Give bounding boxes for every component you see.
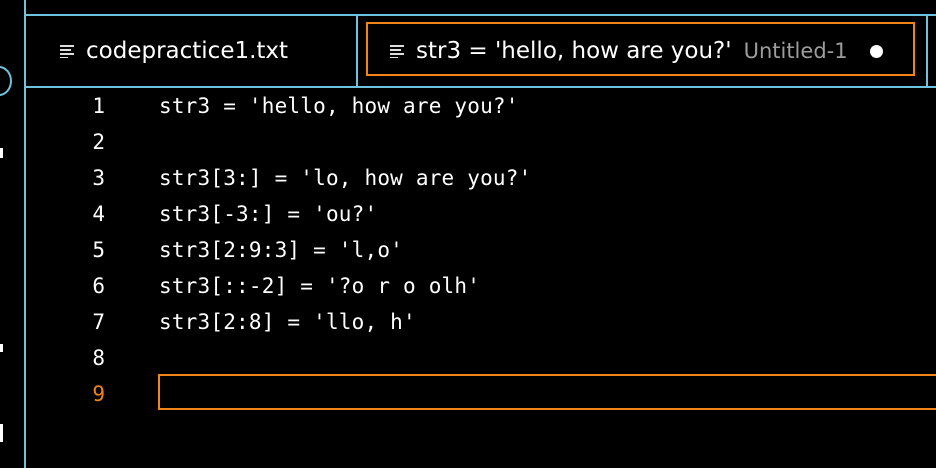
line-text[interactable]: str3[3:] = 'lo, how are you?' <box>159 166 531 190</box>
activity-glyph <box>0 344 3 352</box>
line-number-current: 9 <box>92 382 105 406</box>
editor-line: 2 <box>26 124 936 160</box>
tab-label: str3 = 'hello, how are you?' <box>416 38 732 64</box>
line-text[interactable]: str3[2:9:3] = 'l,o' <box>159 238 403 262</box>
line-number: 1 <box>92 94 105 118</box>
activity-glyph <box>0 424 3 442</box>
editor-line: 1 str3 = 'hello, how are you?' <box>26 88 936 124</box>
editor-line-current: 9 <box>26 374 936 412</box>
text-file-icon <box>390 44 406 58</box>
tab-description: Untitled-1 <box>743 39 848 63</box>
line-number: 3 <box>92 166 105 190</box>
line-number: 5 <box>92 238 105 262</box>
editor-line: 3 str3[3:] = 'lo, how are you?' <box>26 160 936 196</box>
line-text[interactable]: str3[::-2] = '?o r o olh' <box>159 274 480 298</box>
line-number: 7 <box>92 310 105 334</box>
code-editor[interactable]: 1 str3 = 'hello, how are you?' 2 3 str3[… <box>26 88 936 468</box>
tab-label: codepractice1.txt <box>86 38 289 64</box>
activity-glyph <box>0 148 3 158</box>
editor-line: 8 <box>26 340 936 376</box>
line-text[interactable]: str3[2:8] = 'llo, h' <box>159 310 416 334</box>
text-file-icon <box>60 44 76 58</box>
editor-line: 6 str3[::-2] = '?o r o olh' <box>26 268 936 304</box>
line-number: 8 <box>92 346 105 370</box>
editor-line: 7 str3[2:8] = 'llo, h' <box>26 304 936 340</box>
editor-line: 4 str3[-3:] = 'ou?' <box>26 196 936 232</box>
activity-bar <box>0 0 26 468</box>
current-line-highlight[interactable] <box>158 374 936 410</box>
line-number: 2 <box>92 130 105 154</box>
line-number: 4 <box>92 202 105 226</box>
tab-codepractice1[interactable]: codepractice1.txt <box>26 16 358 86</box>
line-text[interactable]: str3[-3:] = 'ou?' <box>159 202 377 226</box>
line-text[interactable]: str3 = 'hello, how are you?' <box>159 94 519 118</box>
tab-overflow[interactable] <box>926 16 934 86</box>
title-strip <box>26 0 936 16</box>
editor-line: 5 str3[2:9:3] = 'l,o' <box>26 232 936 268</box>
account-icon[interactable] <box>0 66 12 96</box>
line-number: 6 <box>92 274 105 298</box>
unsaved-dot-icon[interactable] <box>869 44 883 58</box>
editor-tab-bar: codepractice1.txt str3 = 'hello, how are… <box>26 16 936 88</box>
tab-untitled-1[interactable]: str3 = 'hello, how are you?' Untitled-1 <box>358 16 926 86</box>
